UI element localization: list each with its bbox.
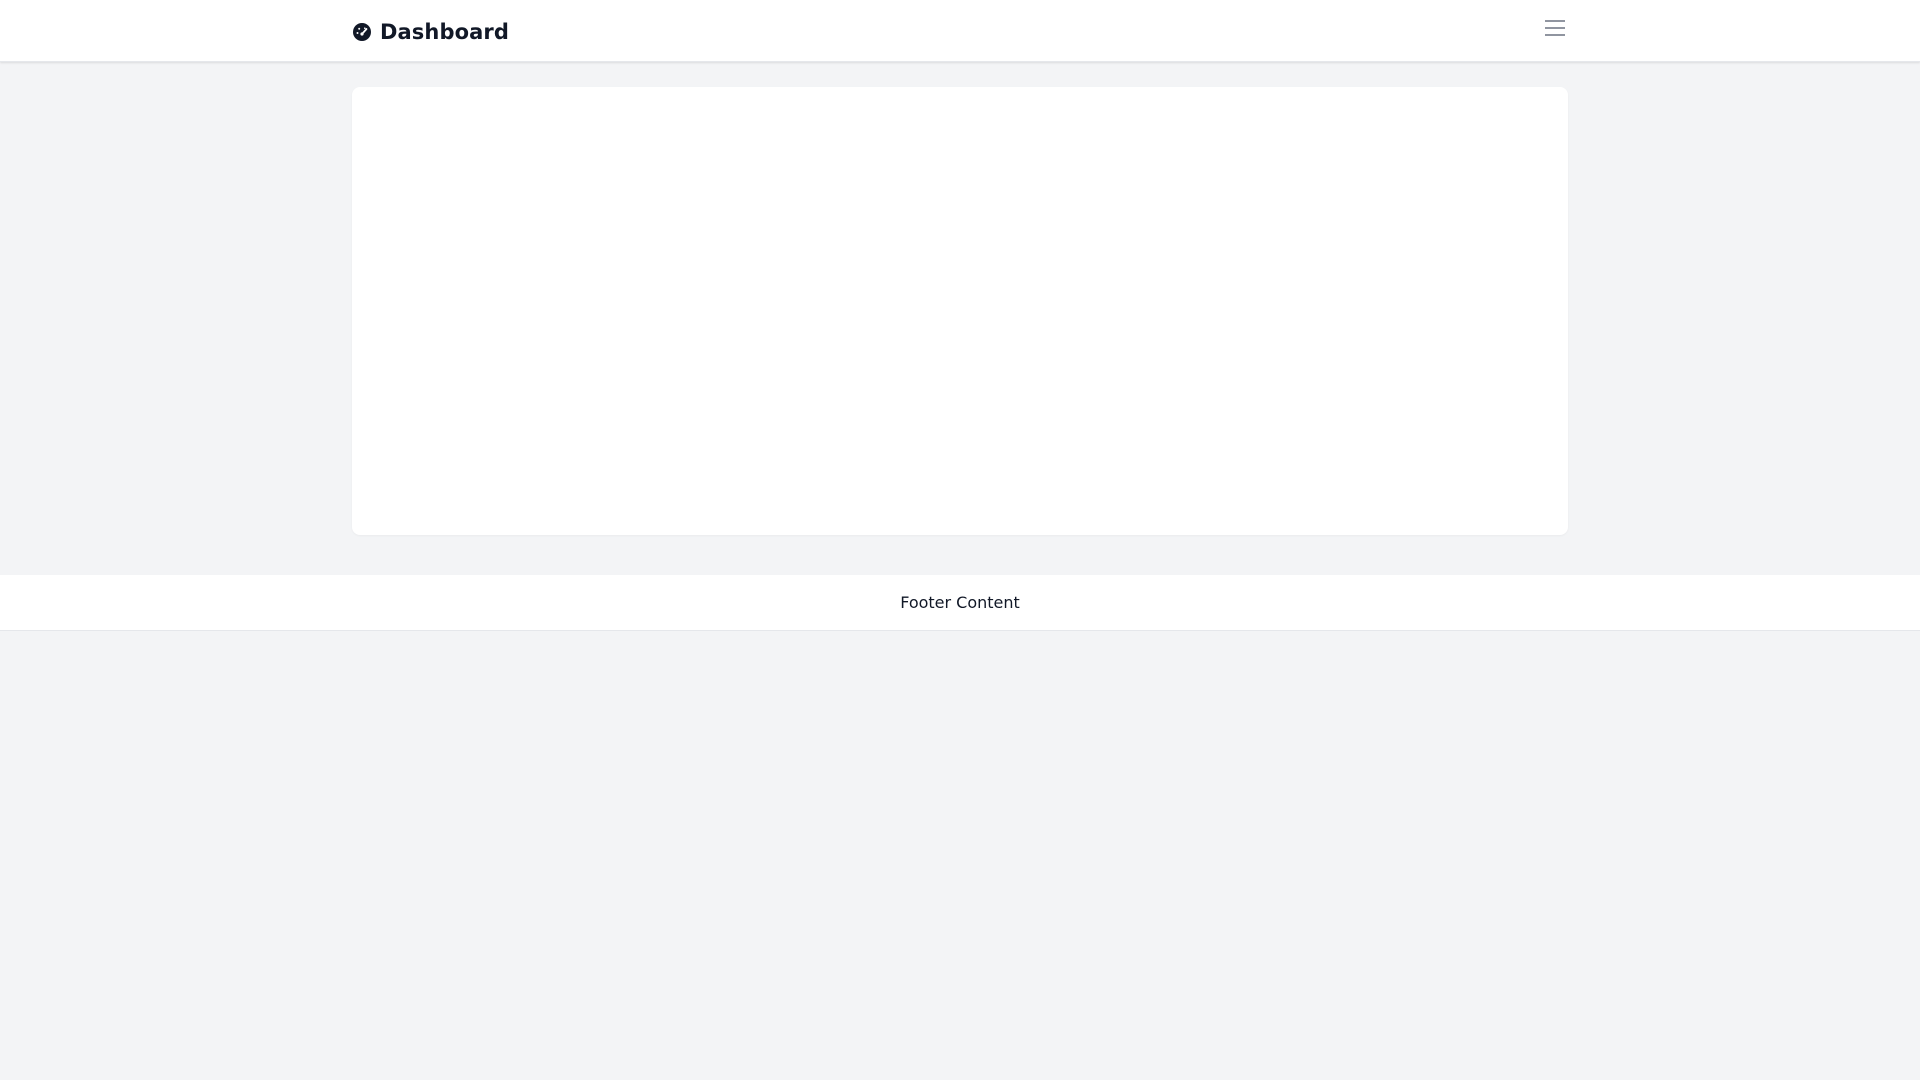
hamburger-menu-icon — [1545, 20, 1565, 36]
main-content-card — [352, 87, 1568, 535]
menu-toggle-button[interactable] — [1540, 14, 1570, 42]
top-navbar: Dashboard — [0, 0, 1920, 62]
gauge-icon — [353, 23, 371, 41]
brand-link[interactable]: Dashboard — [352, 18, 509, 46]
brand-title: Dashboard — [380, 20, 509, 44]
footer: Footer Content — [0, 575, 1920, 631]
footer-text: Footer Content — [900, 592, 1020, 612]
